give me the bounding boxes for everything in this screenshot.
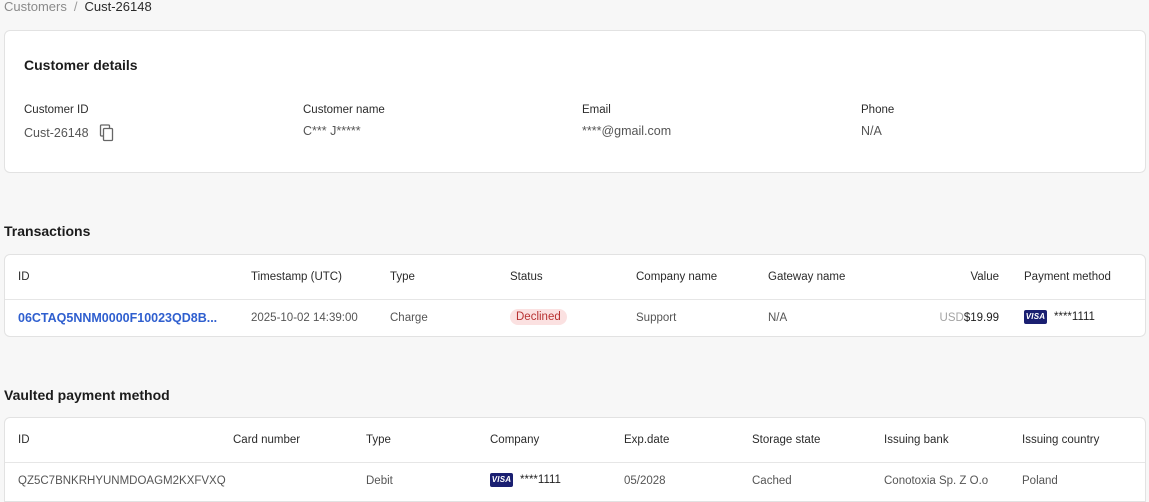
column-header[interactable]: Status xyxy=(510,271,543,283)
customer-details-card: Customer details Customer ID Cust-26148 … xyxy=(4,30,1146,173)
transaction-timestamp: 2025-10-02 14:39:00 xyxy=(251,312,358,324)
customer-details-title: Customer details xyxy=(24,57,138,73)
copy-icon[interactable] xyxy=(99,124,115,142)
column-header[interactable]: Type xyxy=(390,271,415,283)
column-header[interactable]: Value xyxy=(970,271,999,283)
payment-method-id: QZ5C7BNKRHYUNMDOAGM2KXFVXQ xyxy=(18,475,226,487)
column-header[interactable]: Timestamp (UTC) xyxy=(251,271,342,283)
status-badge: Declined xyxy=(510,309,567,325)
customer-name-field: Customer name C*** J***** xyxy=(303,104,385,138)
email-value: ****@gmail.com xyxy=(582,124,672,138)
email-field: Email ****@gmail.com xyxy=(582,104,671,138)
card-masked-number: ****1111 xyxy=(520,474,561,486)
customer-id-label: Customer ID xyxy=(24,104,89,116)
table-row[interactable]: QZ5C7BNKRHYUNMDOAGM2KXFVXQ Debit VISA ***… xyxy=(5,463,1145,501)
customer-name-value: C*** J***** xyxy=(303,124,361,138)
transaction-gateway: N/A xyxy=(768,312,788,324)
breadcrumb-current: Cust-26148 xyxy=(84,0,152,14)
customer-id-field: Customer ID Cust-26148 xyxy=(24,104,115,142)
transaction-type: Charge xyxy=(390,312,428,324)
table-header: ID Card number Type Company Exp.date Sto… xyxy=(5,418,1145,463)
column-header[interactable]: Storage state xyxy=(752,434,820,446)
column-header[interactable]: Company xyxy=(490,434,539,446)
payment-method: VISA ****1111 xyxy=(1024,310,1095,324)
phone-label: Phone xyxy=(861,104,895,116)
breadcrumb-separator: / xyxy=(73,0,78,14)
value-currency: USD xyxy=(939,312,964,324)
visa-icon: VISA xyxy=(1024,310,1047,324)
breadcrumb: Customers / Cust-26148 xyxy=(4,0,152,14)
transaction-company: Support xyxy=(636,312,677,324)
column-header[interactable]: Issuing country xyxy=(1022,434,1099,446)
transactions-table: ID Timestamp (UTC) Type Status Company n… xyxy=(4,254,1146,337)
phone-value: N/A xyxy=(861,124,882,138)
customer-id-value: Cust-26148 xyxy=(24,126,89,140)
table-row[interactable]: 06CTAQ5NNM0000F10023QD8B... 2025-10-02 1… xyxy=(5,300,1145,338)
breadcrumb-customers-link[interactable]: Customers xyxy=(4,0,67,14)
column-header[interactable]: Card number xyxy=(233,434,300,446)
card-masked-number: ****1111 xyxy=(1054,311,1095,323)
transactions-title: Transactions xyxy=(4,223,91,239)
transaction-id-link[interactable]: 06CTAQ5NNM0000F10023QD8B... xyxy=(18,311,230,325)
column-header[interactable]: Gateway name xyxy=(768,271,845,283)
customer-name-label: Customer name xyxy=(303,104,385,116)
card-type: Debit xyxy=(366,475,393,487)
card-company: VISA ****1111 xyxy=(490,473,561,487)
vaulted-title: Vaulted payment method xyxy=(4,387,170,403)
visa-icon: VISA xyxy=(490,473,513,487)
storage-state: Cached xyxy=(752,475,792,487)
transaction-value: USD$19.99 xyxy=(940,312,999,324)
value-amount: $19.99 xyxy=(963,312,999,324)
column-header[interactable]: Company name xyxy=(636,271,717,283)
email-label: Email xyxy=(582,104,611,116)
exp-date: 05/2028 xyxy=(624,475,666,487)
column-header[interactable]: ID xyxy=(18,434,30,446)
column-header[interactable]: ID xyxy=(18,271,30,283)
vaulted-table: ID Card number Type Company Exp.date Sto… xyxy=(4,417,1146,502)
table-header: ID Timestamp (UTC) Type Status Company n… xyxy=(5,255,1145,300)
column-header[interactable]: Exp.date xyxy=(624,434,669,446)
phone-field: Phone N/A xyxy=(861,104,894,138)
column-header[interactable]: Payment method xyxy=(1024,271,1111,283)
issuing-bank: Conotoxia Sp. Z O.o xyxy=(884,475,989,487)
issuing-country: Poland xyxy=(1022,475,1058,487)
column-header[interactable]: Issuing bank xyxy=(884,434,949,446)
column-header[interactable]: Type xyxy=(366,434,391,446)
